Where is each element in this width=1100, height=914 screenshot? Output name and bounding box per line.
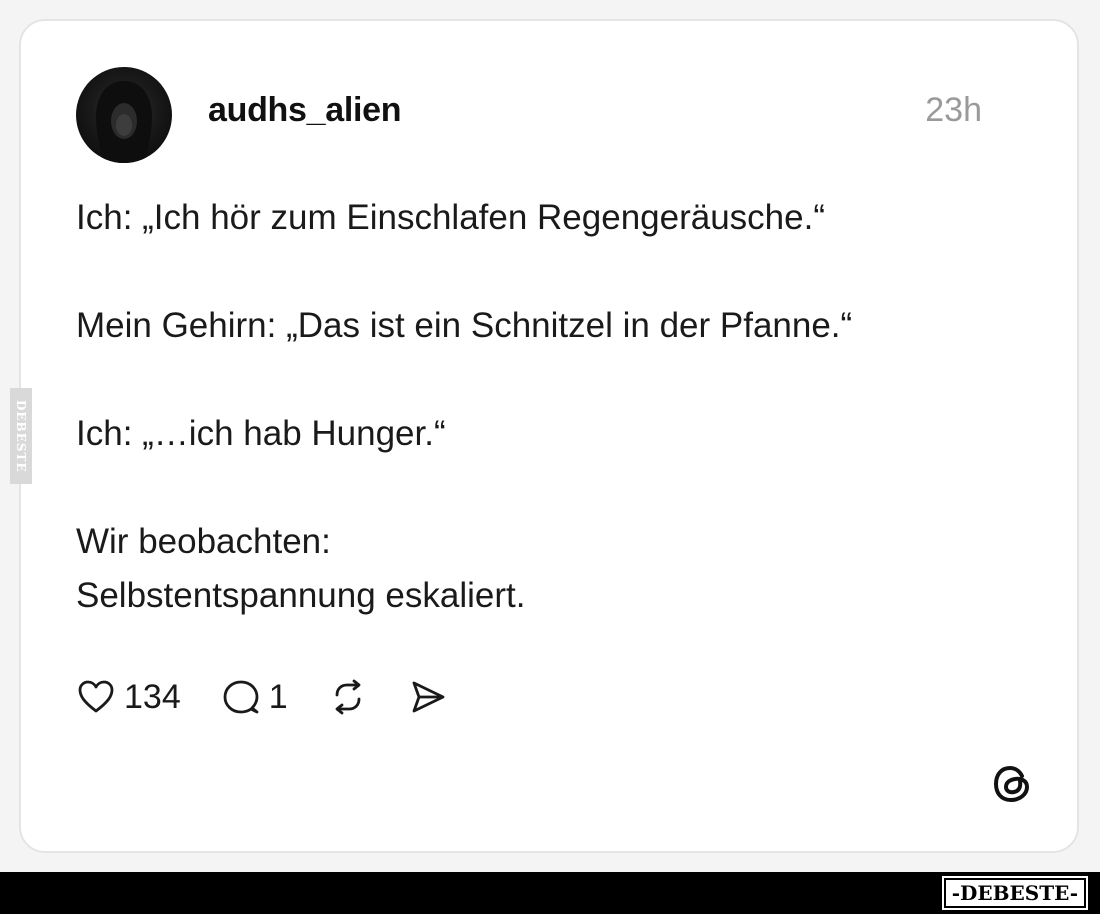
post-time: 23h <box>925 91 982 129</box>
post-paragraph: Ich: „…ich hab Hunger.“ <box>76 414 446 453</box>
heart-icon <box>78 680 114 713</box>
reply-button[interactable]: 1 <box>221 677 288 717</box>
hooded-figure-icon <box>96 81 152 163</box>
share-icon <box>412 681 445 713</box>
post-body: Ich: „Ich hör zum Einschlafen Regengeräu… <box>76 191 1016 623</box>
like-button[interactable]: 134 <box>76 677 181 717</box>
brand-watermark: -DEBESTE- <box>941 876 1089 910</box>
reply-count: 1 <box>268 677 288 716</box>
bottom-bar: -DEBESTE- <box>0 872 1100 914</box>
share-button[interactable] <box>408 677 448 717</box>
avatar[interactable] <box>76 67 172 163</box>
comment-icon <box>223 680 259 714</box>
repost-icon <box>335 679 361 715</box>
post-paragraph: Wir beobachten: Selbstentspannung eskali… <box>76 522 526 615</box>
post-paragraph: Ich: „Ich hör zum Einschlafen Regengeräu… <box>76 198 825 237</box>
post-paragraph: Mein Gehirn: „Das ist ein Schnitzel in d… <box>76 306 853 345</box>
like-count: 134 <box>124 677 181 716</box>
threads-logo-icon[interactable] <box>989 761 1035 807</box>
side-watermark: DEBESTE <box>10 388 32 484</box>
post-card: audhs_alien 23h Ich: „Ich hör zum Einsch… <box>19 19 1079 853</box>
repost-button[interactable] <box>328 677 368 717</box>
side-watermark-text: DEBESTE <box>14 399 28 473</box>
action-bar: 134 1 <box>76 675 488 719</box>
username[interactable]: audhs_alien <box>208 91 402 130</box>
